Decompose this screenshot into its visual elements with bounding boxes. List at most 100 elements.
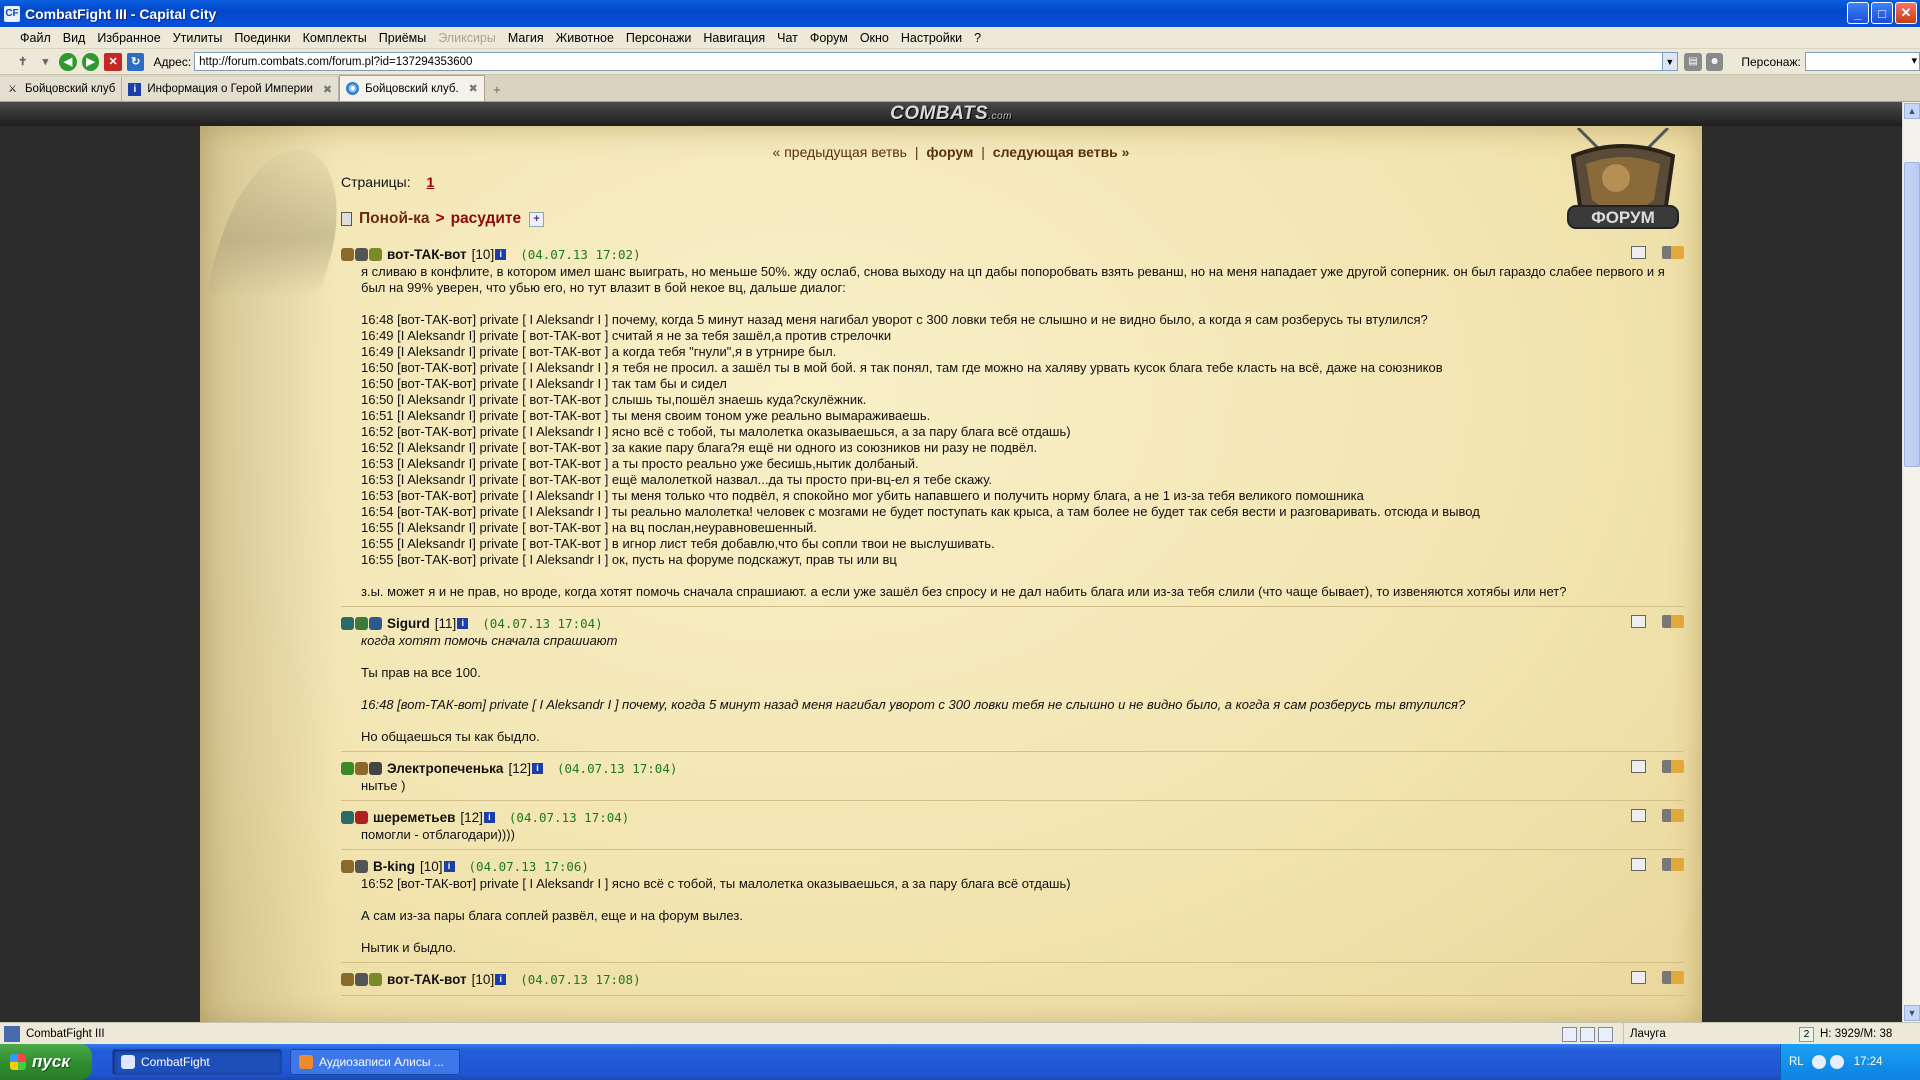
pin-icon[interactable]: ✝: [14, 53, 32, 71]
site-logo[interactable]: COMBATS.com: [890, 103, 1012, 125]
clan-badge-icon[interactable]: [341, 859, 354, 873]
menu-item-7[interactable]: Эликсиры: [432, 31, 502, 45]
user-info-icon[interactable]: i: [495, 248, 507, 260]
next-thread-link[interactable]: следующая ветвь »: [993, 144, 1130, 160]
menu-item-9[interactable]: Животное: [550, 31, 620, 45]
post-author[interactable]: вот-ТАК-вот: [387, 247, 467, 262]
menu-item-12[interactable]: Чат: [771, 31, 804, 45]
clan-badge-icon[interactable]: [355, 972, 368, 986]
post-author[interactable]: B-king: [373, 859, 415, 874]
persona-select[interactable]: [1804, 52, 1920, 71]
tab-2[interactable]: ◉ Бойцовский клуб. ✖: [339, 75, 485, 101]
quote-icon[interactable]: [1631, 809, 1646, 822]
character-icon[interactable]: ☻: [1705, 52, 1724, 71]
status-save-icon[interactable]: [1598, 1026, 1613, 1042]
post-author[interactable]: Электропеченька: [387, 761, 503, 776]
clan-badge-icon[interactable]: [369, 616, 382, 630]
page-icon[interactable]: ▤: [1684, 52, 1702, 71]
menu-item-0[interactable]: Файл: [14, 31, 57, 45]
menu-item-4[interactable]: Поединки: [228, 31, 296, 45]
edit-icon[interactable]: [1662, 858, 1684, 871]
start-button[interactable]: пуск: [0, 1044, 92, 1080]
clan-badge-icon[interactable]: [341, 972, 354, 986]
menu-item-1[interactable]: Вид: [57, 31, 92, 45]
edit-icon[interactable]: [1662, 760, 1684, 773]
menu-item-11[interactable]: Навигация: [697, 31, 771, 45]
clan-badge-icon[interactable]: [369, 247, 382, 261]
vertical-scrollbar[interactable]: ▲ ▼: [1902, 102, 1920, 1022]
quote-icon[interactable]: [1631, 615, 1646, 628]
quote-icon[interactable]: [1631, 858, 1646, 871]
quote-icon[interactable]: [1631, 971, 1646, 984]
maximize-button[interactable]: □: [1871, 2, 1893, 24]
edit-icon[interactable]: [1662, 809, 1684, 822]
taskbar-item-1[interactable]: Аудиозаписи Алисы ...: [290, 1049, 460, 1075]
address-input[interactable]: [194, 52, 1663, 71]
post-author[interactable]: Sigurd: [387, 616, 430, 631]
clan-badge-icon[interactable]: [369, 761, 382, 775]
edit-icon[interactable]: [1662, 246, 1684, 259]
forward-button[interactable]: ▶: [81, 52, 100, 71]
quote-icon[interactable]: [1631, 760, 1646, 773]
clan-badge-icon[interactable]: [355, 616, 368, 630]
user-info-icon[interactable]: i: [483, 811, 495, 823]
tray-volume-icon[interactable]: [1811, 1055, 1826, 1069]
back-button[interactable]: ◀: [59, 52, 77, 71]
post-author[interactable]: шереметьев: [373, 810, 455, 825]
clan-badge-icon[interactable]: [341, 247, 354, 261]
tab-0[interactable]: ⚔ Бойцовский клуб: [0, 77, 123, 101]
user-info-icon[interactable]: i: [443, 860, 455, 872]
stop-button[interactable]: ✕: [104, 52, 122, 71]
menu-item-8[interactable]: Магия: [502, 31, 550, 45]
dropdown-arrow-icon[interactable]: ▾: [37, 53, 55, 71]
breadcrumb-topic[interactable]: расудите: [451, 210, 522, 228]
menu-item-13[interactable]: Форум: [804, 31, 854, 45]
tab-close-icon[interactable]: ✖: [323, 83, 332, 96]
clan-badge-icon[interactable]: [355, 761, 368, 775]
menu-item-6[interactable]: Приёмы: [373, 31, 432, 45]
clan-badge-icon[interactable]: [341, 761, 354, 775]
address-dropdown[interactable]: ▼: [1662, 52, 1679, 71]
menu-item-15[interactable]: Настройки: [895, 31, 968, 45]
clan-badge-icon[interactable]: [341, 616, 354, 630]
refresh-button[interactable]: ↻: [126, 52, 145, 71]
menu-item-16[interactable]: ?: [968, 31, 987, 45]
minimize-button[interactable]: _: [1847, 2, 1869, 24]
clan-badge-icon[interactable]: [341, 810, 354, 824]
tray-network-icon[interactable]: [1829, 1055, 1844, 1069]
menu-item-2[interactable]: Избранное: [91, 31, 166, 45]
breadcrumb-section[interactable]: Поной-ка: [359, 210, 430, 228]
user-info-icon[interactable]: i: [457, 617, 469, 629]
page-link-1[interactable]: 1: [427, 174, 435, 190]
menu-item-14[interactable]: Окно: [854, 31, 895, 45]
status-clock-icon[interactable]: [1562, 1026, 1577, 1042]
taskbar-item-0[interactable]: CombatFight: [112, 1049, 282, 1075]
forum-link[interactable]: форум: [926, 144, 973, 160]
clan-badge-icon[interactable]: [355, 859, 368, 873]
clan-badge-icon[interactable]: [355, 247, 368, 261]
close-button[interactable]: ✕: [1895, 2, 1917, 24]
scroll-down-button[interactable]: ▼: [1904, 1005, 1920, 1021]
edit-icon[interactable]: [1662, 615, 1684, 628]
post-header: Электропеченька [12] i (04.07.13 17:04): [341, 758, 1684, 778]
tab-close-icon[interactable]: ✖: [469, 82, 478, 95]
add-favorite-icon[interactable]: +: [529, 211, 545, 227]
user-info-icon[interactable]: i: [495, 973, 507, 985]
status-list-icon[interactable]: [1580, 1026, 1595, 1042]
tab-1[interactable]: i Информация о Герой Империи ✖: [122, 77, 340, 101]
scroll-thumb[interactable]: [1904, 162, 1920, 467]
clan-badge-icon[interactable]: [369, 972, 382, 986]
clan-badge-icon[interactable]: [355, 810, 368, 824]
menu-item-3[interactable]: Утилиты: [167, 31, 229, 45]
prev-thread-link[interactable]: « предыдущая ветвь: [773, 144, 907, 160]
edit-icon[interactable]: [1662, 971, 1684, 984]
language-indicator[interactable]: RL: [1789, 1056, 1804, 1068]
post-author[interactable]: вот-ТАК-вот: [387, 972, 467, 987]
quote-icon[interactable]: [1631, 246, 1646, 259]
new-tab-button[interactable]: +: [489, 81, 505, 97]
post-header: шереметьев [12] i (04.07.13 17:04): [341, 807, 1684, 827]
scroll-up-button[interactable]: ▲: [1904, 103, 1920, 119]
menu-item-5[interactable]: Комплекты: [297, 31, 373, 45]
user-info-icon[interactable]: i: [531, 762, 543, 774]
menu-item-10[interactable]: Персонажи: [620, 31, 697, 45]
